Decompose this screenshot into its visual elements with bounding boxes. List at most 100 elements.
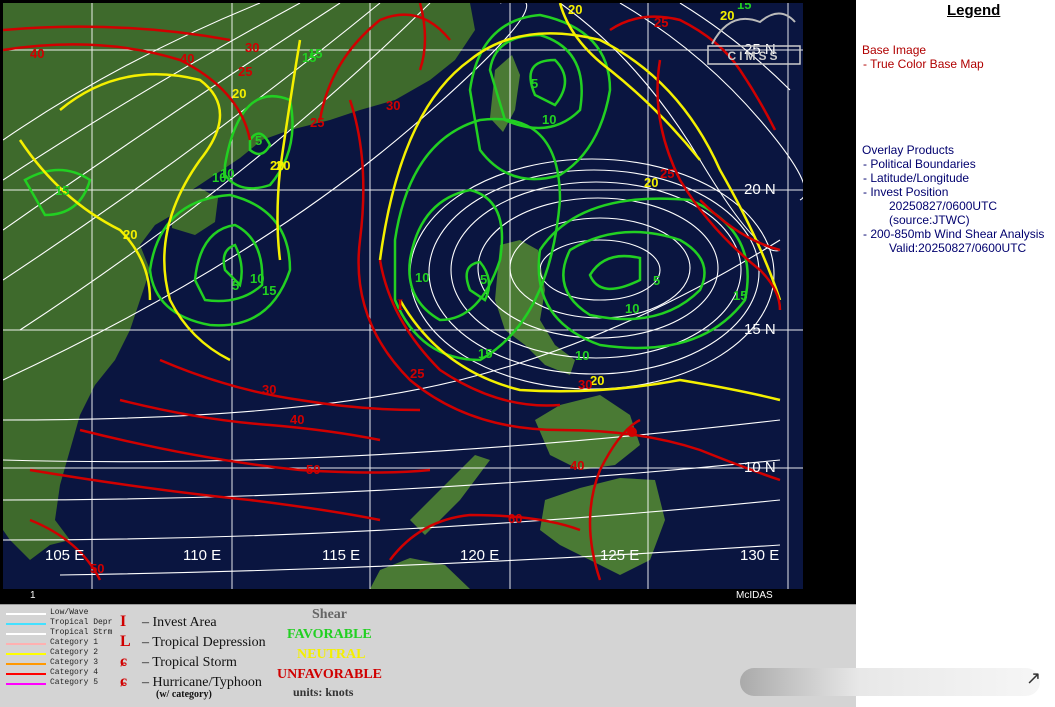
storm-label: – Tropical Storm	[142, 655, 237, 670]
overlay-invest-position: - Invest Position	[863, 185, 949, 199]
invest-time: 20250827/0600UTC	[889, 199, 998, 213]
units-label: units: knots	[293, 685, 354, 699]
contour-label: 10	[415, 270, 429, 285]
neutral-label: NEUTRAL	[297, 647, 366, 662]
track-type-label: Category 2	[50, 648, 99, 657]
map-side-strip	[806, 0, 856, 604]
contour-label: 25	[654, 15, 668, 30]
cimss-logo-text: CIMSS	[727, 49, 780, 63]
lon-label-110: 110 E	[183, 547, 221, 564]
invest-marker[interactable]: I	[397, 297, 403, 314]
satellite-map: 40 40 30 25 20 15 5 10 20 25 30 15 20 10 5 10 15 5 10 20 25 2…	[0, 0, 806, 604]
key-panel: Low/Wave Tropical Depr Tropical Strm Catego…	[0, 604, 856, 707]
contour-label: 15	[55, 183, 69, 198]
track-type-label: Category 5	[50, 678, 99, 687]
contour-label: 20	[123, 227, 137, 242]
overlay-heading: Overlay Products	[862, 143, 955, 157]
contour-label: 20	[644, 175, 658, 190]
invest-symbol: I	[120, 613, 127, 630]
typhoon-label: – Hurricane/Typhoon	[142, 675, 262, 690]
track-line-swatch	[6, 653, 46, 655]
invest-label: – Invest Area	[142, 615, 217, 630]
contour-label: 5	[653, 273, 660, 288]
track-line-swatch	[6, 683, 46, 685]
mcidas-credit: McIDAS	[736, 590, 773, 601]
contour-label: 30	[245, 40, 259, 55]
wind-shear-map: 40 40302520155102025301520105101551020252…	[0, 0, 806, 604]
contour-label: 5	[531, 76, 538, 91]
progress-overlay	[740, 668, 1040, 696]
contour-label: 50	[306, 462, 320, 477]
overlay-wind-shear: - 200-850mb Wind Shear Analysis	[863, 227, 1045, 241]
contour-label: 15	[262, 283, 276, 298]
contour-label: 30	[386, 98, 400, 113]
track-type-label: Category 3	[50, 658, 99, 667]
invest-source: (source:JTWC)	[889, 213, 970, 227]
contour-label: 5	[232, 278, 239, 293]
track-type-row: Category 3	[6, 658, 116, 668]
contour-label: 15	[478, 346, 492, 361]
track-type-row: Tropical Strm	[6, 628, 116, 638]
contour-label: 5	[255, 133, 262, 148]
track-type-row: Category 4	[6, 668, 116, 678]
lon-label-125: 125 E	[600, 547, 639, 564]
track-type-label: Tropical Strm	[50, 628, 113, 637]
shear-valid-time: Valid:20250827/0600UTC	[889, 241, 1027, 255]
favorable-label: FAVORABLE	[287, 627, 372, 642]
contour-label: 30	[578, 377, 592, 392]
contour-label: 15	[302, 50, 316, 65]
contour-label: 20	[270, 158, 284, 173]
base-image-item: - True Color Base Map	[863, 57, 984, 71]
track-type-row: Category 1	[6, 638, 116, 648]
symbol-storm: ɕ – Tropical Storm	[120, 653, 237, 671]
lat-label-10: 10 N	[744, 459, 776, 476]
lon-label-120: 120 E	[460, 547, 499, 564]
typhoon-symbol: ɕ	[120, 673, 128, 690]
track-type-row: Tropical Depr	[6, 618, 116, 628]
track-line-swatch	[6, 613, 46, 615]
contour-label: 10	[542, 112, 556, 127]
unfavorable-label: UNFAVORABLE	[277, 667, 382, 682]
contour-label: 10	[212, 170, 226, 185]
track-type-row: Category 5	[6, 678, 116, 688]
overlay-political-boundaries: - Political Boundaries	[863, 157, 976, 171]
storm-symbol: ɕ	[120, 653, 128, 670]
contour-label: 40	[290, 412, 304, 427]
contour-label: 20	[232, 86, 246, 101]
contour-label: 25	[410, 366, 424, 381]
symbol-invest: I – Invest Area	[120, 613, 217, 631]
overlay-lat-lon: - Latitude/Longitude	[863, 171, 970, 185]
frame-number: 1	[30, 590, 36, 601]
contour-label: 60	[508, 511, 522, 526]
symbol-depression: L – Tropical Depression	[120, 633, 266, 651]
track-type-label: Category 1	[50, 638, 99, 647]
shear-heading: Shear	[312, 607, 347, 622]
track-type-label: Category 4	[50, 668, 99, 677]
resize-arrow-icon[interactable]: ↗	[1026, 668, 1041, 689]
contour-label: 20	[568, 2, 582, 17]
lon-label-105: 105 E	[45, 547, 84, 564]
contour-label: 40	[180, 51, 194, 66]
contour-label: 40	[570, 458, 584, 473]
contour-label: 25	[660, 166, 674, 181]
track-type-label: Low/Wave	[50, 608, 89, 617]
lat-label-20: 20 N	[744, 181, 776, 198]
lon-label-115: 115 E	[322, 547, 360, 564]
contour-label: 10	[575, 348, 589, 363]
lon-label-130: 130 E	[740, 547, 779, 564]
contour-label: 5	[480, 272, 487, 287]
depression-label: – Tropical Depression	[142, 635, 266, 650]
track-line-swatch	[6, 663, 46, 665]
legend-panel: Legend Base Image - True Color Base Map …	[857, 0, 1055, 706]
contour-label: 25	[238, 64, 252, 79]
base-image-heading: Base Image	[862, 43, 927, 57]
lat-label-15: 15 N	[744, 321, 776, 338]
track-line-swatch	[6, 633, 46, 635]
legend-title: Legend	[947, 2, 1001, 19]
contour-label: 30	[262, 382, 276, 397]
track-type-row: Low/Wave	[6, 608, 116, 618]
contour-label: 10	[625, 301, 639, 316]
contour-label: 40	[30, 46, 44, 61]
system-marker[interactable]	[627, 427, 637, 437]
track-line-swatch	[6, 623, 46, 625]
